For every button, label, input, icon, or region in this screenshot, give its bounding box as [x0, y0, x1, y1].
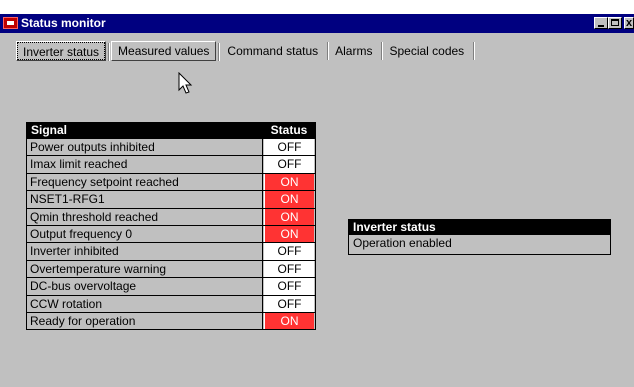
signal-column-header: Signal: [31, 123, 68, 137]
tab-bar: Inverter status Measured values Command …: [16, 40, 475, 62]
table-row: DC-bus overvoltage OFF: [27, 277, 315, 295]
minimize-button[interactable]: [594, 17, 608, 29]
inverter-status-panel: Inverter status Operation enabled: [348, 219, 611, 255]
inverter-status-value: Operation enabled: [353, 236, 452, 250]
signal-name: Inverter inhibited: [27, 243, 263, 260]
signal-name: Power outputs inhibited: [27, 139, 263, 156]
status-column-header: Status: [270, 123, 308, 137]
table-row: Overtemperature warning OFF: [27, 259, 315, 278]
signal-status: OFF: [264, 295, 314, 312]
table-row: Power outputs inhibited OFF: [27, 138, 315, 156]
signal-status: OFF: [264, 260, 314, 278]
signal-name: Frequency setpoint reached: [27, 173, 263, 191]
window-title: Status monitor: [21, 16, 106, 30]
signal-status: OFF: [264, 243, 314, 260]
table-row: CCW rotation OFF: [27, 294, 315, 312]
titlebar[interactable]: Status monitor x: [0, 14, 634, 33]
signal-name: CCW rotation: [27, 295, 263, 312]
signal-status: OFF: [264, 278, 314, 295]
status-monitor-window: Status monitor x Inverter status Measure…: [0, 14, 634, 387]
table-row: Qmin threshold reached ON: [27, 207, 315, 225]
signal-status: OFF: [264, 139, 314, 156]
signal-name: Qmin threshold reached: [27, 208, 263, 225]
signal-name: Output frequency 0: [27, 225, 263, 243]
signal-name: Overtemperature warning: [27, 260, 263, 278]
table-row: NSET1-RFG1 ON: [27, 190, 315, 208]
app-icon: [3, 17, 18, 29]
tab-special-codes[interactable]: Special codes: [383, 41, 474, 61]
signal-status: ON: [264, 225, 314, 243]
table-row: Frequency setpoint reached ON: [27, 172, 315, 191]
signal-status: ON: [264, 191, 314, 208]
table-row: Imax limit reached OFF: [27, 155, 315, 173]
close-button[interactable]: x: [624, 17, 634, 29]
table-row: Inverter inhibited OFF: [27, 242, 315, 260]
table-row: Output frequency 0 ON: [27, 224, 315, 243]
signal-name: NSET1-RFG1: [27, 191, 263, 208]
signal-status: ON: [264, 173, 314, 191]
table-row: Ready for operation ON: [27, 311, 315, 330]
signal-table-header: Signal Status: [27, 123, 315, 138]
signal-name: Ready for operation: [27, 312, 263, 330]
maximize-button[interactable]: [608, 17, 622, 29]
tab-alarms[interactable]: Alarms: [329, 41, 383, 61]
mouse-pointer-icon: [178, 72, 193, 94]
signal-status: ON: [264, 312, 314, 330]
signal-name: Imax limit reached: [27, 156, 263, 173]
signal-name: DC-bus overvoltage: [27, 278, 263, 295]
tab-measured-values[interactable]: Measured values: [111, 41, 220, 61]
tab-command-status[interactable]: Command status: [221, 41, 328, 61]
inverter-status-title: Inverter status: [349, 220, 610, 235]
signal-status: ON: [264, 208, 314, 225]
close-icon: x: [626, 17, 633, 29]
signal-table: Signal Status Power outputs inhibited OFF…: [26, 122, 316, 331]
signal-status: OFF: [264, 156, 314, 173]
tab-inverter-status[interactable]: Inverter status: [16, 41, 110, 61]
